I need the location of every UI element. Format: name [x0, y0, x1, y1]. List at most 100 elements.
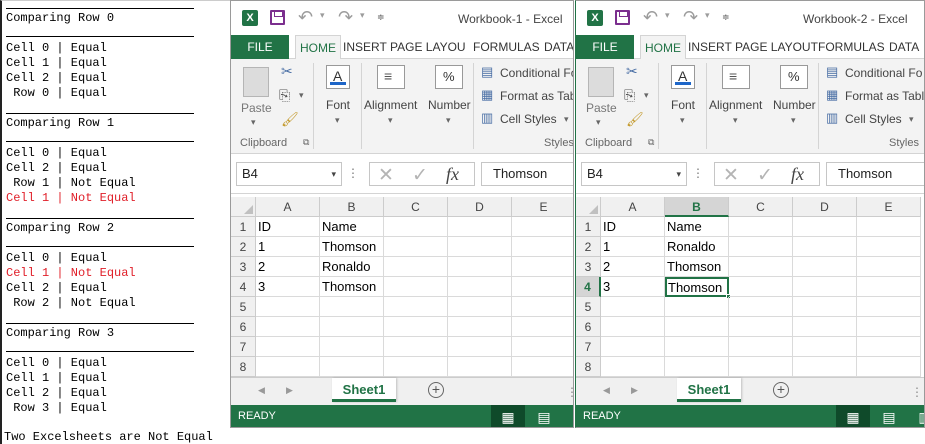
- save-icon[interactable]: [615, 10, 630, 25]
- cell-b3[interactable]: Ronaldo: [320, 257, 384, 277]
- name-box-dropdown-icon[interactable]: ▾: [676, 163, 681, 185]
- cell-styles-icon[interactable]: ▥: [481, 110, 493, 126]
- tab-home[interactable]: HOME: [640, 35, 686, 60]
- cell-c3[interactable]: [384, 257, 448, 277]
- select-all-corner[interactable]: [576, 197, 601, 217]
- cell-d1[interactable]: [448, 217, 512, 237]
- cell-b8[interactable]: [320, 357, 384, 377]
- cell-e3[interactable]: [512, 257, 573, 277]
- cell-a5[interactable]: [256, 297, 320, 317]
- cell-d4[interactable]: [793, 277, 857, 297]
- cell-b5[interactable]: [665, 297, 729, 317]
- cell-c8[interactable]: [729, 357, 793, 377]
- cell-e8[interactable]: [512, 357, 573, 377]
- cell-e1[interactable]: [857, 217, 921, 237]
- brush-icon[interactable]: 🖌: [281, 111, 299, 128]
- sheet-tab-sheet1[interactable]: Sheet1: [677, 378, 741, 402]
- row-header-2[interactable]: 2: [576, 237, 601, 257]
- worksheet-grid[interactable]: A B C D E 1 ID Name 2 1 Thomson 3 2 Ronaldo 4 3 Thomson 5…: [231, 197, 573, 377]
- row-header-2[interactable]: 2: [231, 237, 256, 257]
- column-header-e[interactable]: E: [857, 197, 921, 217]
- copy-icon[interactable]: ⎘: [624, 87, 635, 104]
- sheet-tab-sheet1[interactable]: Sheet1: [332, 378, 396, 402]
- format-as-table-icon[interactable]: ▦: [481, 87, 493, 103]
- page-break-view-icon[interactable]: ▥: [908, 405, 924, 427]
- column-header-e[interactable]: E: [512, 197, 573, 217]
- cell-b4[interactable]: Thomson: [320, 277, 384, 297]
- cell-a3[interactable]: 2: [256, 257, 320, 277]
- cell-styles-button[interactable]: Cell Styles: [500, 112, 557, 126]
- cell-b1[interactable]: Name: [665, 217, 729, 237]
- tab-home[interactable]: HOME: [295, 35, 341, 60]
- name-box[interactable]: B4 ▾: [581, 162, 687, 186]
- cell-c8[interactable]: [384, 357, 448, 377]
- cell-d3[interactable]: [793, 257, 857, 277]
- page-layout-view-icon[interactable]: ▤: [872, 405, 906, 427]
- row-header-4[interactable]: 4: [576, 277, 601, 297]
- cell-a3[interactable]: 2: [601, 257, 665, 277]
- cell-a8[interactable]: [601, 357, 665, 377]
- alignment-dropdown-icon[interactable]: ▾: [388, 115, 393, 126]
- clipboard-launcher-icon[interactable]: ⧉: [303, 137, 309, 148]
- column-header-c[interactable]: C: [729, 197, 793, 217]
- row-header-7[interactable]: 7: [576, 337, 601, 357]
- row-header-6[interactable]: 6: [231, 317, 256, 337]
- cell-e4[interactable]: [857, 277, 921, 297]
- tab-insert[interactable]: INSERT: [688, 35, 732, 59]
- row-header-4[interactable]: 4: [231, 277, 256, 297]
- cell-e6[interactable]: [857, 317, 921, 337]
- cell-b6[interactable]: [320, 317, 384, 337]
- cell-b4[interactable]: Thomson: [665, 277, 729, 297]
- number-dropdown-icon[interactable]: ▾: [446, 115, 451, 126]
- cell-d8[interactable]: [448, 357, 512, 377]
- cut-icon[interactable]: ✂: [626, 63, 638, 80]
- column-header-b[interactable]: B: [665, 197, 729, 217]
- excel-window-workbook-2[interactable]: X ↶ ▾ ↷ ▾ ≑ Workbook-2 - Excel FILE HOME INSERT PA…: [575, 0, 925, 428]
- paste-dropdown-icon[interactable]: ▾: [251, 117, 256, 128]
- row-header-3[interactable]: 3: [231, 257, 256, 277]
- copy-dropdown-icon[interactable]: ▾: [299, 90, 304, 101]
- number-icon[interactable]: %: [780, 65, 808, 89]
- format-as-table-button[interactable]: Format as Tab: [500, 89, 573, 103]
- cell-c2[interactable]: [384, 237, 448, 257]
- cell-d7[interactable]: [448, 337, 512, 357]
- cell-d4[interactable]: [448, 277, 512, 297]
- cell-d2[interactable]: [793, 237, 857, 257]
- column-header-b[interactable]: B: [320, 197, 384, 217]
- redo-dropdown-icon[interactable]: ▾: [705, 10, 710, 21]
- cell-e6[interactable]: [512, 317, 573, 337]
- cell-e5[interactable]: [857, 297, 921, 317]
- cell-a4[interactable]: 3: [601, 277, 665, 297]
- redo-icon[interactable]: ↷: [683, 8, 698, 26]
- cell-styles-dropdown-icon[interactable]: ▾: [564, 114, 569, 125]
- cell-e3[interactable]: [857, 257, 921, 277]
- paste-button[interactable]: Paste: [241, 101, 272, 115]
- row-header-1[interactable]: 1: [231, 217, 256, 237]
- cell-d3[interactable]: [448, 257, 512, 277]
- cell-c6[interactable]: [384, 317, 448, 337]
- cancel-icon[interactable]: ✕: [723, 164, 739, 187]
- add-sheet-icon[interactable]: +: [773, 382, 789, 398]
- cell-b8[interactable]: [665, 357, 729, 377]
- cell-styles-button[interactable]: Cell Styles: [845, 112, 902, 126]
- conditional-formatting-icon[interactable]: ▤: [481, 64, 493, 80]
- undo-dropdown-icon[interactable]: ▾: [320, 10, 325, 21]
- sheet-prev-icon[interactable]: ◀: [258, 385, 265, 396]
- format-as-table-button[interactable]: Format as Tabl: [845, 89, 924, 103]
- cell-e5[interactable]: [512, 297, 573, 317]
- tab-page-layout[interactable]: PAGE LAYOU: [390, 35, 466, 59]
- format-as-table-icon[interactable]: ▦: [826, 87, 838, 103]
- cell-c2[interactable]: [729, 237, 793, 257]
- insert-function-icon[interactable]: fx: [791, 164, 804, 185]
- formula-bar-grip-icon[interactable]: ⋮: [347, 166, 359, 180]
- tab-formulas[interactable]: FORMULAS: [473, 35, 540, 59]
- normal-view-icon[interactable]: ▦: [491, 405, 525, 427]
- cell-c6[interactable]: [729, 317, 793, 337]
- alignment-dropdown-icon[interactable]: ▾: [733, 115, 738, 126]
- undo-icon[interactable]: ↶: [643, 8, 658, 26]
- cell-d2[interactable]: [448, 237, 512, 257]
- cell-e7[interactable]: [857, 337, 921, 357]
- number-group-button[interactable]: Number: [428, 98, 471, 112]
- customize-quick-access-icon[interactable]: ≑: [722, 12, 730, 23]
- alignment-group-button[interactable]: Alignment: [364, 98, 417, 112]
